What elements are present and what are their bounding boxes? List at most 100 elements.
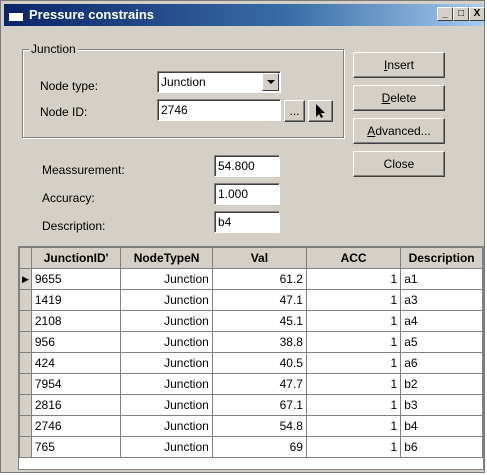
accuracy-label: Accuracy: — [42, 191, 95, 205]
grid-corner-cell — [19, 247, 32, 269]
node-type-value: Junction — [161, 75, 206, 89]
cell-description[interactable]: b2 — [400, 373, 483, 395]
cell-acc[interactable]: 1 — [305, 373, 402, 395]
cell-acc[interactable]: 1 — [305, 415, 402, 437]
cell-val[interactable]: 67.1 — [211, 394, 307, 416]
cell-acc[interactable]: 1 — [305, 352, 402, 374]
cell-junction-id[interactable]: 765 — [30, 436, 122, 458]
table-row[interactable]: 2746 Junction 54.8 1 b4 — [19, 415, 483, 437]
column-header-description[interactable]: Description — [400, 247, 483, 269]
cell-val[interactable]: 61.2 — [211, 268, 307, 290]
row-selector[interactable] — [19, 289, 32, 311]
cell-description[interactable]: b4 — [400, 415, 483, 437]
cell-node-type[interactable]: Junction — [120, 373, 213, 395]
cell-val[interactable]: 40.5 — [211, 352, 307, 374]
grid-header-row: JunctionID' NodeTypeN Val ACC Descriptio… — [19, 247, 483, 269]
cell-acc[interactable]: 1 — [305, 436, 402, 458]
cell-description[interactable]: b6 — [400, 436, 483, 458]
cell-junction-id[interactable]: 2746 — [30, 415, 122, 437]
description-input[interactable]: b4 — [214, 211, 280, 233]
node-type-label: Node type: — [40, 79, 99, 93]
cell-val[interactable]: 47.1 — [211, 289, 307, 311]
column-header-nodetype[interactable]: NodeTypeN — [120, 247, 213, 269]
row-selector[interactable] — [19, 373, 32, 395]
table-row[interactable]: 2816 Junction 67.1 1 b3 — [19, 394, 483, 416]
node-type-select[interactable]: Junction — [157, 71, 281, 93]
cell-description[interactable]: a6 — [400, 352, 483, 374]
cell-val[interactable]: 54.8 — [211, 415, 307, 437]
cell-val[interactable]: 47.7 — [211, 373, 307, 395]
cell-junction-id[interactable]: 7954 — [30, 373, 122, 395]
cell-junction-id[interactable]: 956 — [30, 331, 122, 353]
row-selector[interactable] — [19, 436, 32, 458]
cell-node-type[interactable]: Junction — [120, 289, 213, 311]
constraints-grid[interactable]: JunctionID' NodeTypeN Val ACC Descriptio… — [18, 246, 484, 470]
table-row[interactable]: 424 Junction 40.5 1 a6 — [19, 352, 483, 374]
row-selector[interactable] — [19, 310, 32, 332]
table-row[interactable]: 2108 Junction 45.1 1 a4 — [19, 310, 483, 332]
description-label: Description: — [42, 219, 106, 233]
window-icon — [8, 8, 24, 22]
pressure-constraints-window: Pressure constrains _ □ X Junction Node … — [0, 0, 485, 473]
cell-node-type[interactable]: Junction — [120, 310, 213, 332]
constraints-table: JunctionID' NodeTypeN Val ACC Descriptio… — [19, 247, 483, 458]
cell-acc[interactable]: 1 — [305, 310, 402, 332]
row-selector[interactable]: ▶ — [19, 268, 32, 290]
junction-group — [22, 49, 344, 138]
cell-junction-id[interactable]: 2108 — [30, 310, 122, 332]
column-header-acc[interactable]: ACC — [305, 247, 402, 269]
cell-description[interactable]: b3 — [400, 394, 483, 416]
table-row[interactable]: 765 Junction 69 1 b6 — [19, 436, 483, 458]
row-selector[interactable] — [19, 415, 32, 437]
cell-node-type[interactable]: Junction — [120, 415, 213, 437]
measurement-label: Meassurement: — [42, 163, 125, 177]
node-id-input[interactable]: 2746 — [157, 99, 281, 121]
cell-description[interactable]: a4 — [400, 310, 483, 332]
delete-button[interactable]: Delete — [353, 85, 445, 111]
cell-acc[interactable]: 1 — [305, 268, 402, 290]
cell-junction-id[interactable]: 9655 — [30, 268, 122, 290]
row-selector[interactable] — [19, 394, 32, 416]
close-window-button[interactable]: X — [469, 7, 485, 21]
insert-button[interactable]: Insert — [353, 52, 445, 78]
cell-description[interactable]: a5 — [400, 331, 483, 353]
window-title: Pressure constrains — [29, 7, 155, 22]
cell-junction-id[interactable]: 1419 — [30, 289, 122, 311]
browse-button[interactable]: ... — [284, 100, 305, 122]
cell-node-type[interactable]: Junction — [120, 331, 213, 353]
row-selector[interactable] — [19, 352, 32, 374]
cell-description[interactable]: a3 — [400, 289, 483, 311]
pick-node-button[interactable] — [308, 100, 333, 122]
minimize-button[interactable]: _ — [437, 7, 453, 21]
table-row[interactable]: 1419 Junction 47.1 1 a3 — [19, 289, 483, 311]
column-header-val[interactable]: Val — [211, 247, 307, 269]
cell-acc[interactable]: 1 — [305, 289, 402, 311]
measurement-input[interactable]: 54.800 — [214, 155, 280, 177]
cell-description[interactable]: a1 — [400, 268, 483, 290]
chevron-down-icon[interactable] — [262, 73, 279, 91]
row-selector[interactable] — [19, 331, 32, 353]
cell-val[interactable]: 38.8 — [211, 331, 307, 353]
cell-junction-id[interactable]: 424 — [30, 352, 122, 374]
cell-acc[interactable]: 1 — [305, 394, 402, 416]
table-row[interactable]: ▶ 9655 Junction 61.2 1 a1 — [19, 268, 483, 290]
column-header-junctionid[interactable]: JunctionID' — [30, 247, 122, 269]
cell-val[interactable]: 69 — [211, 436, 307, 458]
cell-node-type[interactable]: Junction — [120, 394, 213, 416]
table-row[interactable]: 7954 Junction 47.7 1 b2 — [19, 373, 483, 395]
cell-node-type[interactable]: Junction — [120, 436, 213, 458]
junction-group-legend: Junction — [29, 42, 78, 56]
cell-junction-id[interactable]: 2816 — [30, 394, 122, 416]
maximize-button[interactable]: □ — [453, 7, 469, 21]
cell-node-type[interactable]: Junction — [120, 352, 213, 374]
cell-acc[interactable]: 1 — [305, 331, 402, 353]
table-row[interactable]: 956 Junction 38.8 1 a5 — [19, 331, 483, 353]
cursor-icon — [316, 104, 325, 118]
title-bar[interactable]: Pressure constrains _ □ X — [4, 4, 485, 26]
accuracy-input[interactable]: 1.000 — [214, 183, 280, 205]
advanced-button[interactable]: Advanced... — [353, 118, 445, 144]
node-id-label: Node ID: — [40, 105, 88, 119]
close-button[interactable]: Close — [353, 151, 445, 177]
cell-val[interactable]: 45.1 — [211, 310, 307, 332]
cell-node-type[interactable]: Junction — [120, 268, 213, 290]
